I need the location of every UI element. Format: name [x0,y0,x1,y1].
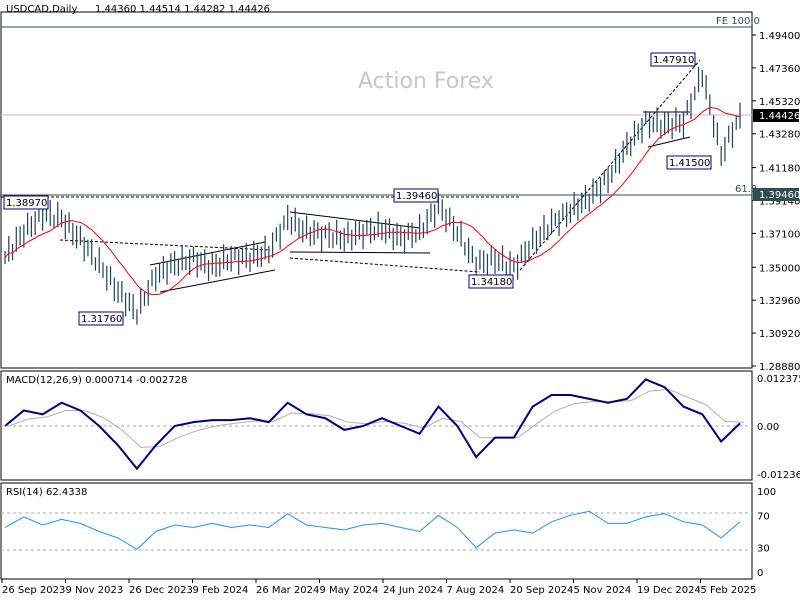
date-tick-label: 19 Dec 2024 [637,585,701,596]
price-tick-label: 1.37100 [759,229,800,240]
rsi-title: RSI(14) 62.4338 [6,487,87,498]
price-bars [4,66,741,325]
current-price: 1.44426 [759,111,800,122]
price-label: 1.38970 [6,198,47,209]
date-tick-label: 7 Aug 2024 [447,585,505,596]
price-label: 1.41500 [669,158,710,169]
level-price: 1.39460 [759,190,800,201]
rsi-line [4,510,741,550]
price-label: 1.47910 [653,55,694,66]
price-tick-label: 1.28880 [759,362,800,373]
macd-line [4,378,741,471]
macd-signal-line [8,388,745,448]
date-tick-label: 9 Feb 2024 [193,585,249,596]
price-tick-label: 1.47360 [759,64,800,75]
rsi-tick-label: 100 [757,487,776,498]
date-tick-label: 26 Mar 2024 [256,585,319,596]
price-tick-label: 1.45320 [759,97,800,108]
rsi-axis: 100 70 30 0 [757,487,776,579]
rsi-panel [0,482,753,580]
ohlc-readout: 1.44360 1.44514 1.44282 1.44426 [95,4,270,15]
date-tick-label: 5 Feb 2025 [701,585,757,596]
price-tick-label: 1.30920 [759,329,800,340]
chart-title: USDCAD,Daily [6,4,77,15]
price-tick-label: 1.43280 [759,130,800,141]
date-tick-label: 24 Jun 2024 [383,585,443,596]
macd-tick-label: 0.00 [757,422,779,433]
macd-title: MACD(12,26,9) 0.000714 -0.002728 [6,375,187,386]
price-tick-label: 1.35000 [759,263,800,274]
price-tick-label: 1.49400 [759,31,800,42]
price-label: 1.34180 [471,277,512,288]
macd-axis: 0.012375 0.00 -0.012367 [757,374,800,481]
price-axis: 1.494001.473601.453201.432801.411801.391… [752,31,800,373]
rsi-tick-label: 30 [757,544,770,555]
date-tick-label: 20 Sep 2024 [510,585,573,596]
watermark: Action Forex [358,69,494,94]
price-label: 1.39460 [396,191,437,202]
chart: USDCAD,Daily 1.44360 1.44514 1.44282 1.4… [0,4,800,596]
rsi-tick-label: 0 [757,568,763,579]
date-tick-label: 26 Sep 2023 [2,585,65,596]
macd-tick-label: 0.012375 [757,374,800,385]
fe-label: FE 100.0 [716,16,760,27]
moving-average-line [4,107,741,295]
rsi-tick-label: 70 [757,511,770,522]
price-tick-label: 1.32960 [759,296,800,307]
price-tick-label: 1.41180 [759,164,800,175]
date-tick-label: 5 Nov 2024 [574,585,632,596]
date-tick-label: 9 Nov 2023 [66,585,124,596]
price-label: 1.31760 [81,314,122,325]
date-tick-label: 9 May 2024 [320,585,379,596]
date-axis: 26 Sep 2023 9 Nov 2023 26 Dec 2023 9 Feb 20… [1,579,757,596]
macd-tick-label: -0.012367 [757,470,800,481]
date-tick-label: 26 Dec 2023 [129,585,193,596]
